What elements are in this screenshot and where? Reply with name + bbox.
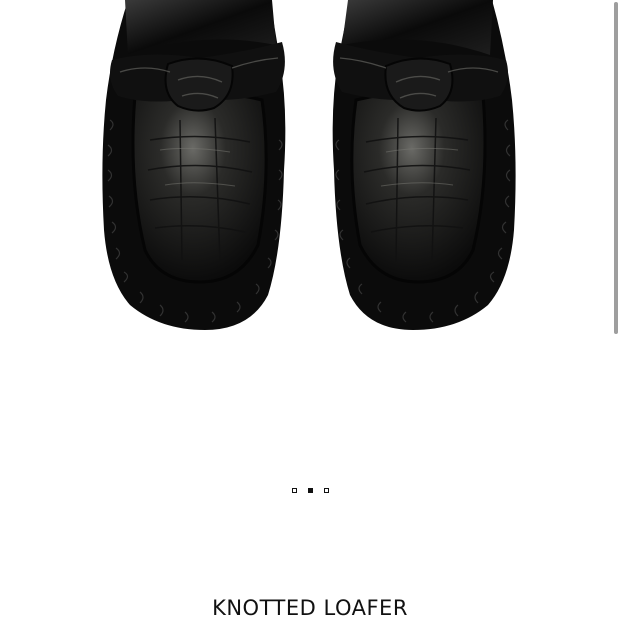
product-page: KNOTTED LOAFER — [0, 0, 620, 620]
carousel-dot-2[interactable] — [307, 487, 313, 493]
scrollbar-thumb[interactable] — [614, 2, 618, 334]
left-loafer — [102, 0, 286, 330]
product-title: KNOTTED LOAFER — [212, 596, 408, 620]
carousel-dot-1[interactable] — [291, 487, 297, 493]
right-loafer — [332, 0, 516, 330]
product-image[interactable] — [0, 0, 620, 420]
carousel-pagination — [0, 485, 620, 495]
carousel-dot-3[interactable] — [323, 487, 329, 493]
scrollbar[interactable] — [612, 0, 620, 620]
